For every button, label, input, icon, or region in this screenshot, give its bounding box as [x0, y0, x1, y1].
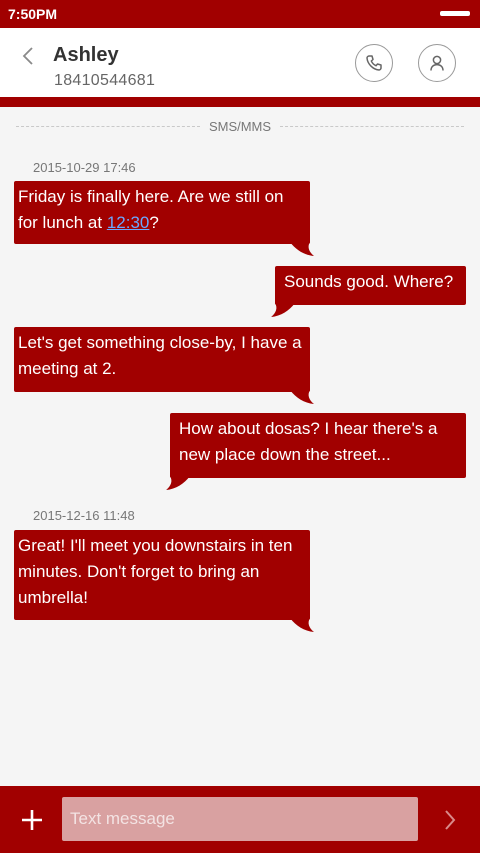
bubble-tail — [271, 303, 295, 317]
contact-name: Ashley — [53, 44, 119, 66]
phone-icon — [366, 55, 382, 71]
contact-number: 18410544681 — [54, 72, 156, 89]
send-chevron-icon — [445, 810, 456, 830]
channel-divider: SMS/MMS — [16, 116, 464, 136]
bubble-tail — [290, 618, 314, 632]
time-link[interactable]: 12:30 — [107, 213, 150, 232]
message-input[interactable] — [62, 797, 418, 841]
header-accent-bar — [0, 97, 480, 107]
message-text: Sounds good. Where? — [284, 272, 454, 291]
status-bar: 7:50PM — [0, 0, 480, 28]
battery-icon — [440, 11, 470, 16]
bubble-tail — [290, 390, 314, 404]
call-button[interactable] — [355, 44, 393, 82]
messaging-screen: 7:50PM Ashley 18410544681 SMS/MMS 2015-1… — [0, 0, 480, 853]
bubble-tail — [290, 242, 314, 256]
message-timestamp: 2015-10-29 17:46 — [33, 160, 136, 175]
bubble-tail — [166, 476, 190, 490]
incoming-message[interactable]: Great! I'll meet you downstairs in ten m… — [14, 530, 314, 632]
send-button[interactable] — [438, 807, 462, 833]
message-text: ? — [149, 213, 159, 232]
status-time: 7:50PM — [8, 6, 58, 22]
chevron-left-icon — [22, 47, 33, 65]
person-icon — [430, 55, 444, 71]
divider-line — [280, 126, 464, 127]
add-attachment-button[interactable] — [18, 806, 46, 834]
conversation-header: Ashley 18410544681 — [0, 28, 480, 97]
contact-profile-button[interactable] — [418, 44, 456, 82]
message-text: Great! I'll meet you downstairs in ten m… — [18, 536, 293, 607]
message-text: Let's get something close-by, I have a m… — [18, 333, 302, 378]
message-composer — [0, 786, 480, 853]
message-timestamp: 2015-12-16 11:48 — [33, 508, 135, 523]
plus-icon — [22, 810, 42, 830]
message-text: How about dosas? I hear there's a new pl… — [179, 419, 438, 464]
outgoing-message[interactable]: How about dosas? I hear there's a new pl… — [166, 413, 466, 490]
back-button[interactable] — [14, 44, 44, 70]
outgoing-message[interactable]: Sounds good. Where? — [271, 266, 466, 317]
incoming-message[interactable]: Friday is finally here. Are we still on … — [14, 181, 314, 256]
incoming-message[interactable]: Let's get something close-by, I have a m… — [14, 327, 314, 404]
